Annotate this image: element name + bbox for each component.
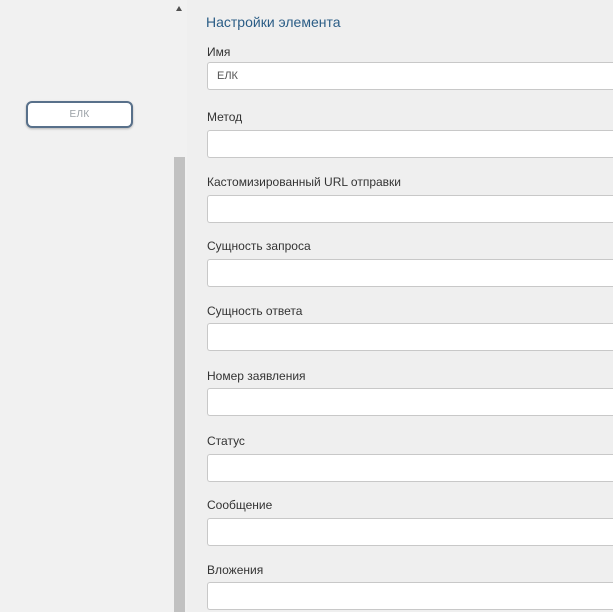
name-input[interactable] — [207, 62, 613, 90]
app-root: ЕЛК Настройки элемента Имя Метод Кастоми… — [0, 0, 613, 612]
message-input[interactable] — [207, 518, 613, 546]
field-label-request-entity: Сущность запроса — [207, 239, 311, 253]
field-label-message: Сообщение — [207, 498, 273, 512]
response-entity-input[interactable] — [207, 323, 613, 351]
canvas-node-label: ЕЛК — [69, 109, 90, 120]
field-label-custom-url: Кастомизированный URL отправки — [207, 175, 402, 189]
field-label-name: Имя — [207, 45, 231, 59]
application-number-input[interactable] — [207, 388, 613, 416]
field-label-response-entity: Сущность ответа — [207, 304, 303, 318]
element-settings-panel: Настройки элемента Имя Метод Кастомизиро… — [187, 0, 613, 612]
vertical-scrollbar[interactable] — [172, 0, 187, 612]
method-input[interactable] — [207, 130, 613, 158]
field-label-method: Метод — [207, 110, 243, 124]
scrollbar-thumb[interactable] — [174, 157, 185, 612]
status-input[interactable] — [207, 454, 613, 482]
panel-title: Настройки элемента — [206, 14, 341, 30]
diagram-canvas[interactable]: ЕЛК — [0, 0, 172, 612]
field-label-application-number: Номер заявления — [207, 369, 306, 383]
scroll-up-arrow-icon[interactable] — [176, 6, 182, 11]
custom-url-input[interactable] — [207, 195, 613, 223]
attachments-input[interactable] — [207, 582, 613, 610]
field-label-attachments: Вложения — [207, 563, 264, 577]
canvas-node-elk[interactable]: ЕЛК — [26, 101, 133, 128]
field-label-status: Статус — [207, 434, 245, 448]
request-entity-input[interactable] — [207, 259, 613, 287]
